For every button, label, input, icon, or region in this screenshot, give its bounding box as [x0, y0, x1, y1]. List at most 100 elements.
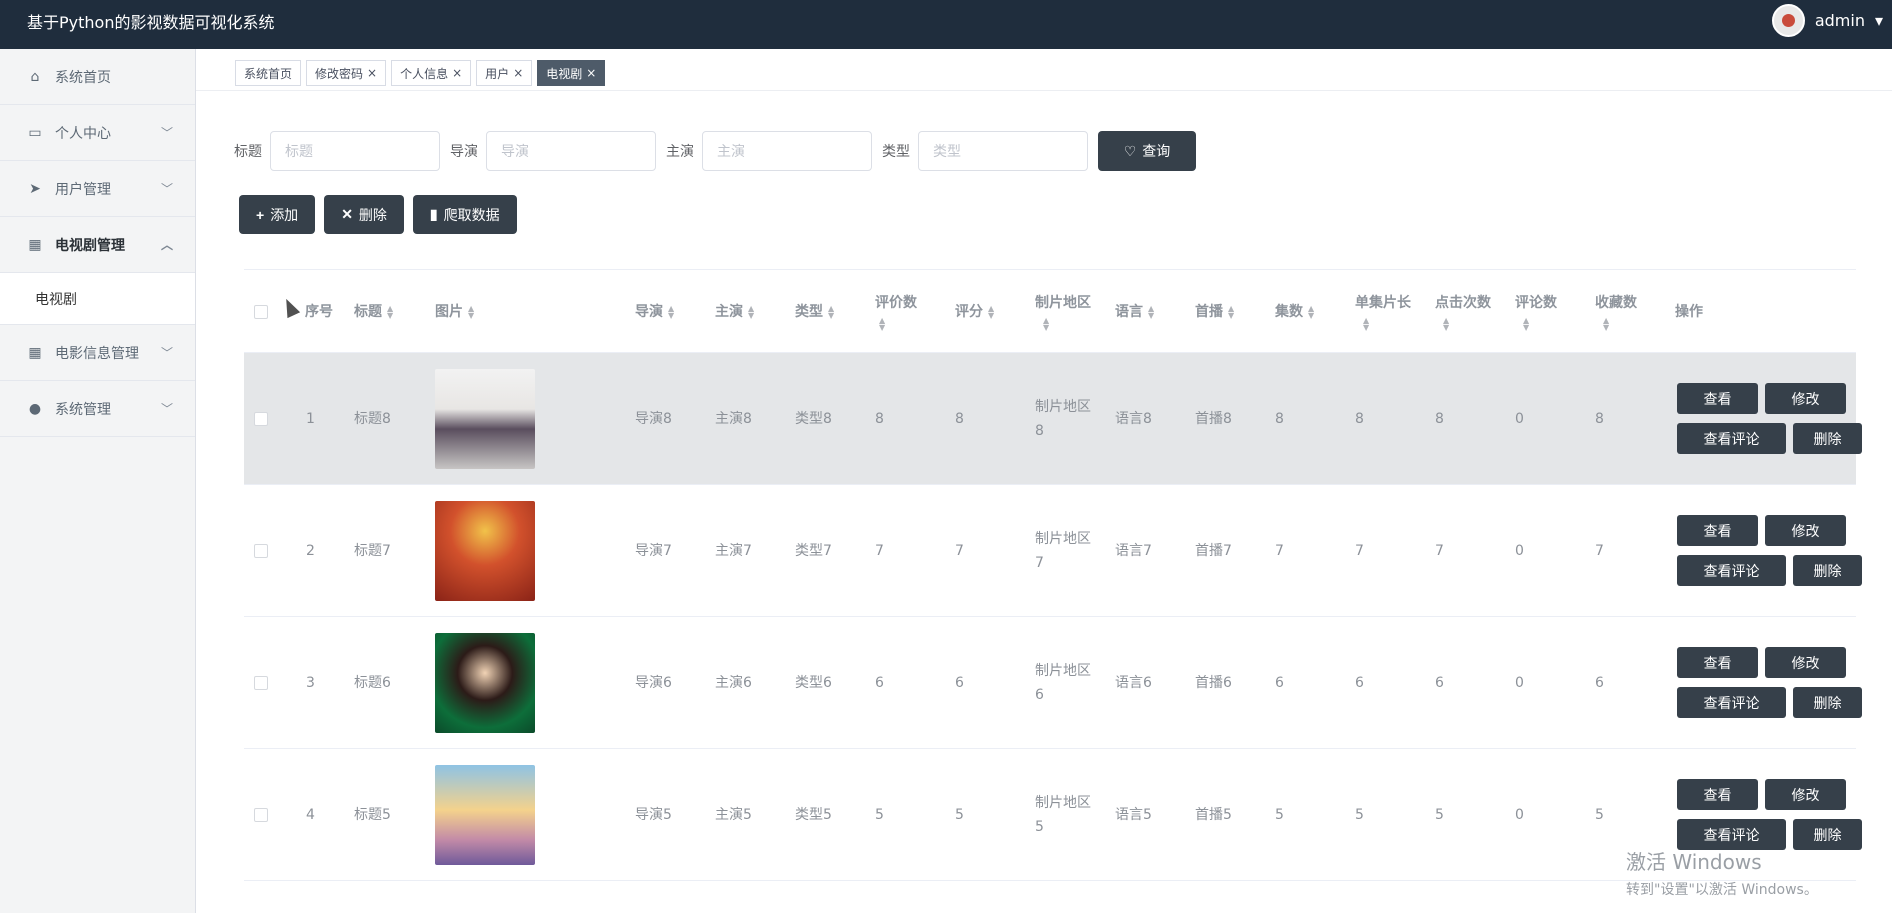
grid-icon: ▦ — [28, 236, 42, 253]
sidebar-item-system[interactable]: ● 系统管理 ﹀ — [0, 381, 195, 437]
col-score[interactable]: 评分 ▲ ▼ — [955, 270, 994, 354]
delete-row-button[interactable]: 删除 — [1793, 423, 1862, 454]
col-actor[interactable]: 主演 ▲ ▼ — [715, 270, 754, 354]
delete-row-button[interactable]: 删除 — [1793, 687, 1862, 718]
query-button[interactable]: ♡ 查询 — [1098, 131, 1196, 171]
view-button[interactable]: 查看 — [1677, 647, 1758, 678]
sidebar-item-profile[interactable]: ▭ 个人中心 ﹀ — [0, 105, 195, 161]
sort-icon: ▲ ▼ — [668, 304, 675, 320]
cell-score: 8 — [955, 411, 964, 427]
select-all-checkbox[interactable] — [254, 270, 268, 354]
row-checkbox[interactable] — [254, 353, 268, 485]
view-comments-button[interactable]: 查看评论 — [1677, 687, 1786, 718]
col-ops: 操作 — [1675, 304, 1703, 320]
search-form: 标题 导演 主演 类型 ♡ 查询 — [234, 131, 1196, 171]
cell-type: 类型6 — [795, 675, 832, 691]
sidebar-item-tv[interactable]: ▦ 电视剧管理 ︿ — [0, 217, 195, 273]
top-bar: 基于Python的影视数据可视化系统 admin ▾ — [0, 0, 1892, 49]
card-icon: ▭ — [28, 124, 42, 141]
close-icon: ✕ — [341, 206, 353, 222]
row-checkbox[interactable] — [254, 617, 268, 749]
bar-chart-icon: ▮ — [429, 206, 438, 222]
close-icon[interactable]: × — [513, 66, 523, 80]
col-favorites[interactable]: 收藏数 ▲ ▼ — [1595, 270, 1637, 354]
crawl-button[interactable]: ▮ 爬取数据 — [412, 195, 517, 234]
cell-premiere: 首播5 — [1195, 807, 1232, 823]
cell-index: 2 — [306, 543, 315, 559]
view-button[interactable]: 查看 — [1677, 779, 1758, 810]
chevron-down-icon: ﹀ — [160, 182, 173, 196]
edit-button[interactable]: 修改 — [1765, 515, 1846, 546]
tab-user[interactable]: 用户 × — [476, 60, 533, 86]
col-image[interactable]: 图片 ▲ ▼ — [435, 270, 474, 354]
col-title[interactable]: 标题 ▲ ▼ — [354, 270, 393, 354]
tab-bar: 系统首页 修改密码 × 个人信息 × 用户 × 电视剧 × — [235, 60, 606, 86]
cell-episode-length: 8 — [1355, 411, 1364, 427]
cell-index: 3 — [306, 675, 315, 691]
close-icon[interactable]: × — [367, 66, 377, 80]
col-type[interactable]: 类型 ▲ ▼ — [795, 270, 834, 354]
row-checkbox[interactable] — [254, 749, 268, 881]
sort-icon: ▲ ▼ — [879, 316, 886, 332]
table-row[interactable]: 4 标题5 导演5 主演5 类型5 5 5 制片地区 5 语言5 首播5 5 5 … — [244, 749, 1862, 881]
user-icon: ● — [28, 400, 42, 417]
title-label: 标题 — [234, 144, 262, 160]
col-comments[interactable]: 评论数 ▲ ▼ — [1515, 270, 1557, 354]
cell-actor: 主演8 — [715, 411, 752, 427]
view-comments-button[interactable]: 查看评论 — [1677, 423, 1786, 454]
view-comments-button[interactable]: 查看评论 — [1677, 555, 1786, 586]
cell-language: 语言6 — [1115, 675, 1152, 691]
tab-tv[interactable]: 电视剧 × — [537, 60, 606, 86]
col-director[interactable]: 导演 ▲ ▼ — [635, 270, 674, 354]
edit-button[interactable]: 修改 — [1765, 779, 1846, 810]
tab-label: 用户 — [485, 66, 510, 81]
col-region[interactable]: 制片地区 ▲ ▼ — [1035, 270, 1091, 354]
add-button[interactable]: + 添加 — [239, 195, 316, 234]
title-input[interactable] — [270, 131, 440, 171]
close-icon[interactable]: × — [452, 66, 462, 80]
sort-icon: ▲ ▼ — [387, 304, 394, 320]
edit-button[interactable]: 修改 — [1765, 647, 1846, 678]
type-input[interactable] — [918, 131, 1088, 171]
chevron-down-icon[interactable]: ▾ — [1875, 11, 1883, 30]
tab-profile[interactable]: 个人信息 × — [391, 60, 472, 86]
col-premiere[interactable]: 首播 ▲ ▼ — [1195, 270, 1234, 354]
user-menu[interactable]: admin ▾ — [1771, 4, 1883, 37]
cell-review-count: 8 — [875, 411, 884, 427]
username[interactable]: admin — [1815, 11, 1865, 30]
cell-type: 类型5 — [795, 807, 832, 823]
table-row[interactable]: 1 标题8 导演8 主演8 类型8 8 8 制片地区 8 语言8 首播8 8 8 … — [244, 353, 1862, 485]
sort-icon: ▲ ▼ — [1148, 304, 1155, 320]
cell-episode-length: 7 — [1355, 543, 1364, 559]
chevron-down-icon: ﹀ — [160, 126, 173, 140]
close-icon[interactable]: × — [586, 66, 596, 80]
col-episode-length[interactable]: 单集片长 ▲ ▼ — [1355, 270, 1411, 354]
cell-score: 6 — [955, 675, 964, 691]
sort-icon: ▲ ▼ — [1308, 304, 1315, 320]
table-row[interactable]: 2 标题7 导演7 主演7 类型7 7 7 制片地区 7 语言7 首播7 7 7 … — [244, 485, 1862, 617]
edit-button[interactable]: 修改 — [1765, 383, 1846, 414]
director-input[interactable] — [486, 131, 656, 171]
tab-home[interactable]: 系统首页 — [235, 60, 302, 86]
cell-language: 语言7 — [1115, 543, 1152, 559]
sidebar-item-users[interactable]: ➤ 用户管理 ﹀ — [0, 161, 195, 217]
col-clicks[interactable]: 点击次数 ▲ ▼ — [1435, 270, 1491, 354]
cell-review-count: 7 — [875, 543, 884, 559]
col-review-count[interactable]: 评价数 ▲ ▼ — [875, 270, 917, 354]
col-language[interactable]: 语言 ▲ ▼ — [1115, 270, 1154, 354]
view-button[interactable]: 查看 — [1677, 383, 1758, 414]
cell-premiere: 首播7 — [1195, 543, 1232, 559]
table-row[interactable]: 3 标题6 导演6 主演6 类型6 6 6 制片地区 6 语言6 首播6 6 6 … — [244, 617, 1862, 749]
sidebar-subitem-tv[interactable]: 电视剧 — [0, 273, 195, 325]
avatar[interactable] — [1771, 4, 1805, 37]
sidebar-item-movies[interactable]: ▦ 电影信息管理 ﹀ — [0, 325, 195, 381]
view-button[interactable]: 查看 — [1677, 515, 1758, 546]
delete-button[interactable]: ✕ 删除 — [324, 195, 404, 234]
cell-episode-length: 6 — [1355, 675, 1364, 691]
row-checkbox[interactable] — [254, 485, 268, 617]
sidebar-item-home[interactable]: ⌂ 系统首页 — [0, 49, 195, 105]
actor-input[interactable] — [702, 131, 872, 171]
tab-change-password[interactable]: 修改密码 × — [306, 60, 387, 86]
col-episodes[interactable]: 集数 ▲ ▼ — [1275, 270, 1314, 354]
delete-row-button[interactable]: 删除 — [1793, 555, 1862, 586]
